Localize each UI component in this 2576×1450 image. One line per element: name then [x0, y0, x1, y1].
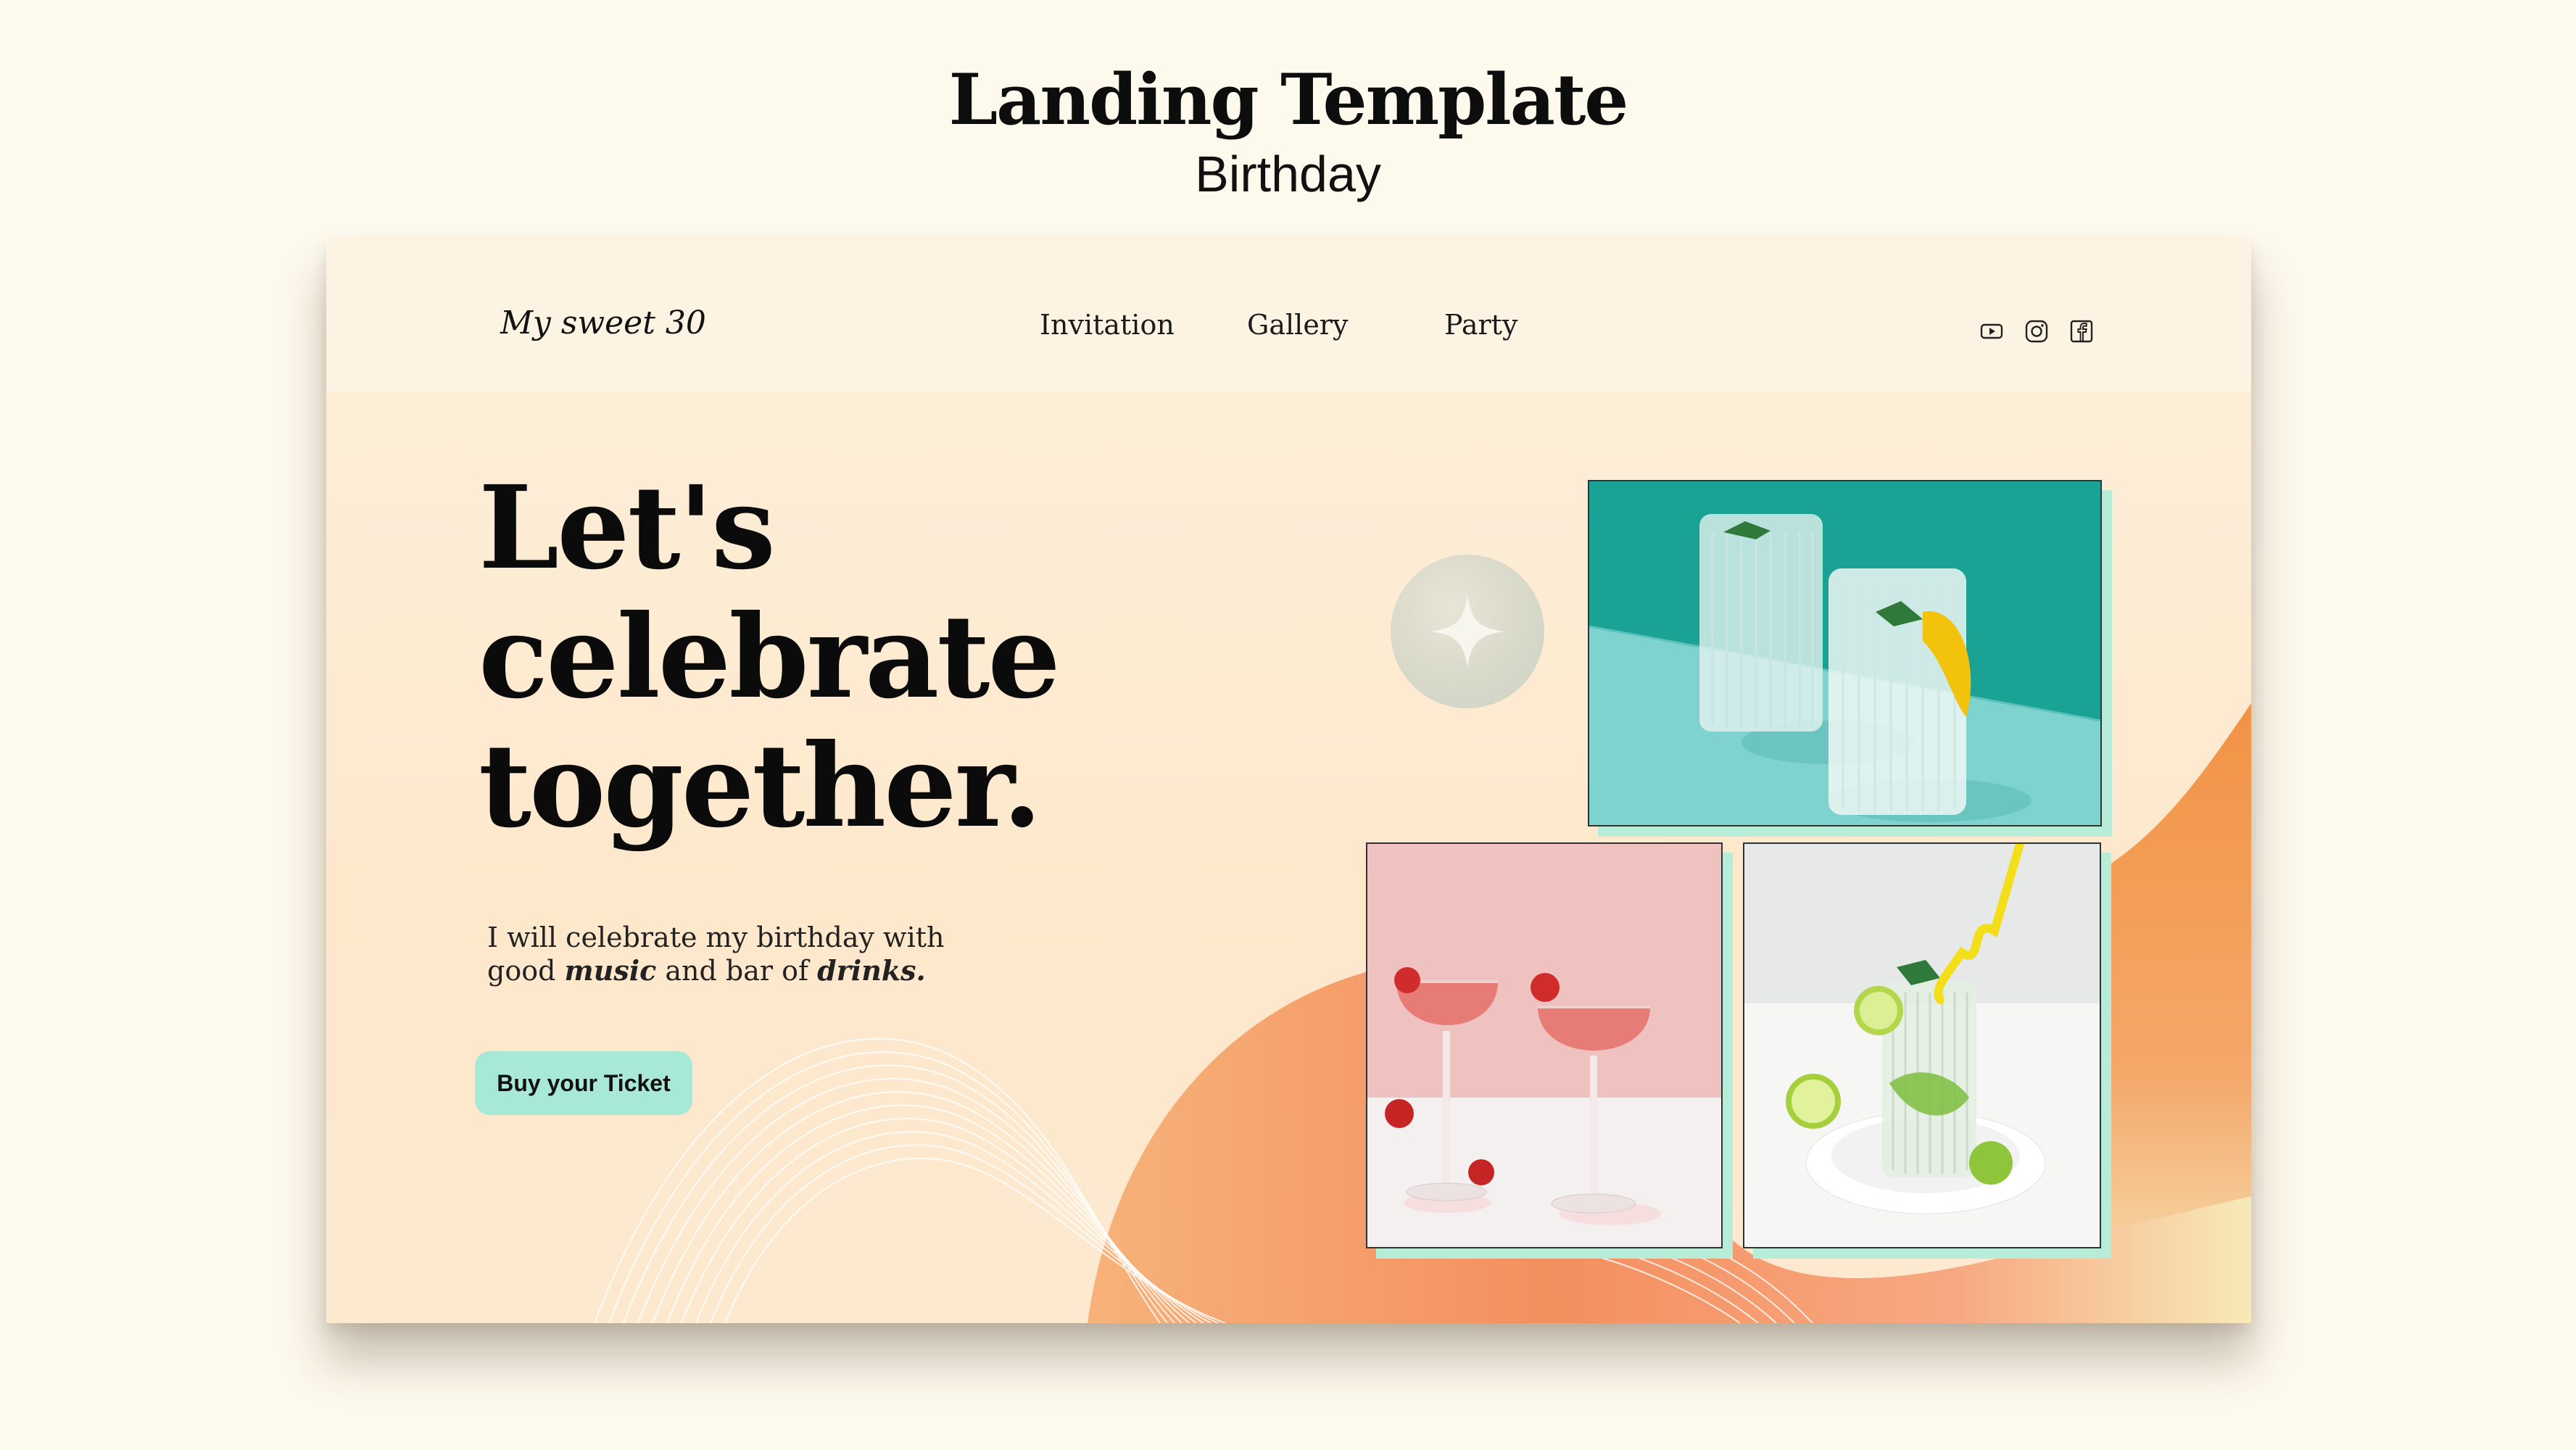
- hero-title-line: together.: [479, 719, 1043, 853]
- landing-page-mockup: My sweet 30 Invitation Gallery Party Let…: [326, 239, 2251, 1323]
- hero-description-text: and bar of: [656, 955, 818, 987]
- lemonade-glasses-photo: [1588, 480, 2102, 826]
- instagram-icon[interactable]: [2024, 319, 2049, 344]
- hero-title-line: Let's: [479, 461, 776, 595]
- showcase-title: Landing Template: [948, 59, 1629, 141]
- hero-description-emphasis-music: music: [564, 954, 657, 987]
- pink-cocktails-photo: [1366, 842, 1723, 1248]
- nav-link-party[interactable]: Party: [1444, 309, 1517, 341]
- mojito-glass-photo: [1743, 842, 2101, 1248]
- hero-title: Let's celebrate together.: [479, 464, 1131, 851]
- buy-ticket-button[interactable]: Buy your Ticket: [475, 1051, 692, 1115]
- sparkle-icon: [1430, 594, 1504, 668]
- hero-description-emphasis-drinks: drinks.: [817, 954, 926, 987]
- navbar: My sweet 30 Invitation Gallery Party: [326, 239, 2251, 392]
- hero-description: I will celebrate my birthday with good m…: [487, 921, 951, 987]
- youtube-icon[interactable]: [1979, 319, 2004, 344]
- brand-logo[interactable]: My sweet 30: [500, 304, 706, 341]
- showcase-subtitle: Birthday: [1195, 146, 1381, 202]
- nav-link-invitation[interactable]: Invitation: [1040, 309, 1175, 341]
- sparkle-decoration: [1391, 555, 1544, 708]
- facebook-icon[interactable]: [2069, 319, 2094, 344]
- nav-link-gallery[interactable]: Gallery: [1247, 309, 1348, 341]
- hero-title-line: celebrate: [479, 590, 1061, 724]
